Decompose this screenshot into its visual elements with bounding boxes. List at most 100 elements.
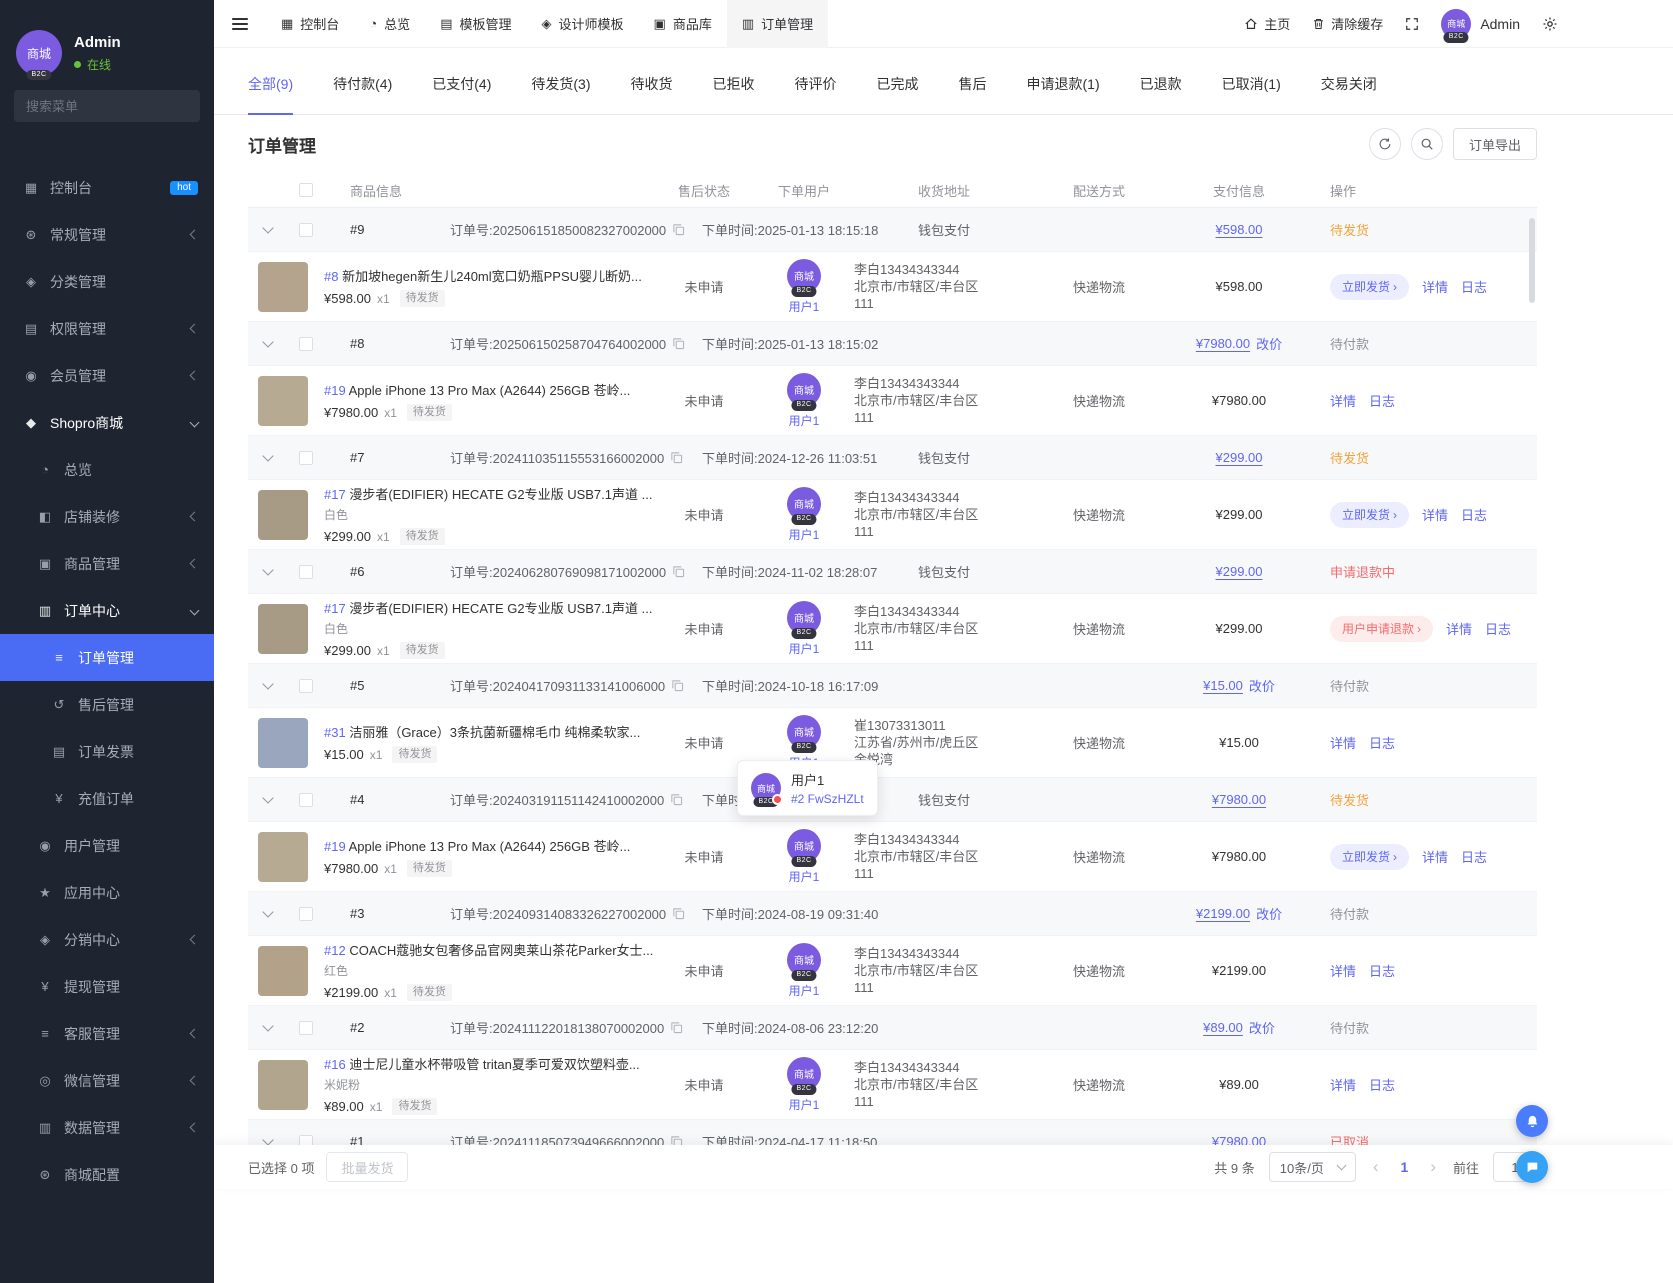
log-link[interactable]: 日志 bbox=[1461, 505, 1487, 524]
sidebar-item-wechat-manage[interactable]: ◎ 微信管理 bbox=[0, 1057, 214, 1104]
product-title-link[interactable]: #16 迪士尼儿童水杯带吸管 tritan夏季可爱双饮塑料壶... bbox=[324, 1054, 654, 1073]
detail-link[interactable]: 详情 bbox=[1422, 505, 1448, 524]
select-all-checkbox[interactable] bbox=[299, 183, 313, 197]
sidebar-item-console[interactable]: ▦ 控制台hot bbox=[0, 164, 214, 211]
row-checkbox[interactable] bbox=[299, 451, 313, 465]
change-price-link[interactable]: 改价 bbox=[1249, 1018, 1275, 1037]
order-amount-link[interactable]: ¥299.00 bbox=[1216, 564, 1263, 579]
buyer-name-link[interactable]: 用户1 bbox=[789, 640, 820, 657]
buyer-name-link[interactable]: 用户1 bbox=[789, 1096, 820, 1113]
sidebar-item-overview[interactable]: ◔ 总览 bbox=[0, 446, 214, 493]
export-orders-button[interactable]: 订单导出 bbox=[1453, 128, 1537, 160]
status-tab-pending-shipment[interactable]: 待发货(3) bbox=[531, 74, 590, 114]
sidebar-item-user-manage[interactable]: ◉ 用户管理 bbox=[0, 822, 214, 869]
product-title-link[interactable]: #17 漫步者(EDIFIER) HECATE G2专业版 USB7.1声道 .… bbox=[324, 598, 654, 617]
copy-icon[interactable] bbox=[672, 565, 685, 578]
chat-fab[interactable] bbox=[1516, 1151, 1548, 1183]
expand-row-icon[interactable] bbox=[262, 792, 273, 803]
log-link[interactable]: 日志 bbox=[1369, 961, 1395, 980]
order-amount-link[interactable]: ¥15.00 bbox=[1203, 678, 1243, 693]
row-checkbox[interactable] bbox=[299, 565, 313, 579]
change-price-link[interactable]: 改价 bbox=[1256, 904, 1282, 923]
status-tab-paid[interactable]: 已支付(4) bbox=[432, 74, 491, 114]
buyer-name-link[interactable]: 用户1 bbox=[789, 982, 820, 999]
buyer-name-link[interactable]: 用户1 bbox=[789, 412, 820, 429]
order-amount-link[interactable]: ¥7980.00 bbox=[1196, 336, 1250, 351]
copy-icon[interactable] bbox=[670, 451, 683, 464]
product-title-link[interactable]: #17 漫步者(EDIFIER) HECATE G2专业版 USB7.1声道 .… bbox=[324, 484, 654, 503]
expand-row-icon[interactable] bbox=[262, 336, 273, 347]
home-button[interactable]: 主页 bbox=[1244, 14, 1290, 33]
row-checkbox[interactable] bbox=[299, 907, 313, 921]
product-title-link[interactable]: #8 新加坡hegen新生儿240ml宽口奶瓶PPSU婴儿断奶... bbox=[324, 266, 654, 285]
log-link[interactable]: 日志 bbox=[1369, 391, 1395, 410]
next-page-button[interactable]: › bbox=[1427, 1157, 1439, 1177]
status-tab-pending-receipt[interactable]: 待收货 bbox=[631, 74, 673, 114]
sidebar-item-mall-config[interactable]: ⊛ 商城配置 bbox=[0, 1151, 214, 1198]
nav-tab-goods-library[interactable]: ▣ 商品库 bbox=[639, 0, 727, 48]
product-title-link[interactable]: #19 Apple iPhone 13 Pro Max (A2644) 256G… bbox=[324, 836, 654, 855]
sidebar-item-category-manage[interactable]: ◈ 分类管理 bbox=[0, 258, 214, 305]
buyer-name-link[interactable]: 用户1 bbox=[789, 298, 820, 315]
expand-row-icon[interactable] bbox=[262, 678, 273, 689]
detail-link[interactable]: 详情 bbox=[1422, 277, 1448, 296]
product-title-link[interactable]: #19 Apple iPhone 13 Pro Max (A2644) 256G… bbox=[324, 380, 654, 399]
log-link[interactable]: 日志 bbox=[1485, 619, 1511, 638]
expand-row-icon[interactable] bbox=[262, 222, 273, 233]
status-tab-aftersale[interactable]: 售后 bbox=[959, 74, 987, 114]
change-price-link[interactable]: 改价 bbox=[1249, 676, 1275, 695]
notification-fab[interactable] bbox=[1516, 1105, 1548, 1137]
detail-link[interactable]: 详情 bbox=[1330, 961, 1356, 980]
expand-row-icon[interactable] bbox=[262, 450, 273, 461]
page-size-select[interactable]: 10条/页 bbox=[1269, 1152, 1356, 1182]
status-tab-trade-closed[interactable]: 交易关闭 bbox=[1321, 74, 1377, 114]
sidebar-item-recharge-order[interactable]: ¥ 充值订单 bbox=[0, 775, 214, 822]
copy-icon[interactable] bbox=[672, 907, 685, 920]
product-title-link[interactable]: #31 洁丽雅（Grace）3条抗菌新疆棉毛巾 纯棉柔软家... bbox=[324, 722, 654, 741]
product-title-link[interactable]: #12 COACH蔻驰女包奢侈品官网奥莱山茶花Parker女士... bbox=[324, 940, 654, 959]
refresh-button[interactable] bbox=[1369, 128, 1401, 160]
sidebar-search-input[interactable] bbox=[26, 99, 202, 114]
expand-row-icon[interactable] bbox=[262, 1134, 273, 1145]
copy-icon[interactable] bbox=[670, 1021, 683, 1034]
sidebar-item-withdraw-manage[interactable]: ¥ 提现管理 bbox=[0, 963, 214, 1010]
current-page[interactable]: 1 bbox=[1396, 1159, 1414, 1175]
log-link[interactable]: 日志 bbox=[1461, 277, 1487, 296]
log-link[interactable]: 日志 bbox=[1461, 847, 1487, 866]
detail-link[interactable]: 详情 bbox=[1330, 1075, 1356, 1094]
navbar-user[interactable]: 商城 B2C Admin bbox=[1441, 9, 1520, 39]
settings-gear-icon[interactable] bbox=[1542, 16, 1558, 32]
row-checkbox[interactable] bbox=[299, 679, 313, 693]
row-checkbox[interactable] bbox=[299, 223, 313, 237]
user-refund-button[interactable]: 用户申请退款› bbox=[1330, 616, 1433, 642]
copy-icon[interactable] bbox=[672, 337, 685, 350]
clear-cache-button[interactable]: 清除缓存 bbox=[1312, 14, 1383, 33]
menu-toggle-icon[interactable] bbox=[214, 15, 266, 33]
status-tab-pending-review[interactable]: 待评价 bbox=[795, 74, 837, 114]
detail-link[interactable]: 详情 bbox=[1330, 391, 1356, 410]
detail-link[interactable]: 详情 bbox=[1330, 733, 1356, 752]
sidebar-item-shopro-mall[interactable]: ◆ Shopro商城 bbox=[0, 399, 214, 446]
buyer-name-link[interactable]: 用户1 bbox=[789, 868, 820, 885]
copy-icon[interactable] bbox=[672, 223, 685, 236]
order-amount-link[interactable]: ¥299.00 bbox=[1216, 450, 1263, 465]
status-tab-pending-payment[interactable]: 待付款(4) bbox=[333, 74, 392, 114]
sidebar-item-aftersale-manage[interactable]: ↺ 售后管理 bbox=[0, 681, 214, 728]
ship-now-button[interactable]: 立即发货› bbox=[1330, 274, 1409, 300]
sidebar-item-member-manage[interactable]: ◉ 会员管理 bbox=[0, 352, 214, 399]
sidebar-item-service-manage[interactable]: ≡ 客服管理 bbox=[0, 1010, 214, 1057]
nav-tab-overview[interactable]: ◔ 总览 bbox=[354, 0, 425, 48]
sidebar-item-store-decoration[interactable]: ◧ 店铺装修 bbox=[0, 493, 214, 540]
sidebar-item-order-invoice[interactable]: ▤ 订单发票 bbox=[0, 728, 214, 775]
search-button[interactable] bbox=[1411, 128, 1443, 160]
status-tab-all[interactable]: 全部(9) bbox=[248, 74, 293, 114]
row-checkbox[interactable] bbox=[299, 337, 313, 351]
row-checkbox[interactable] bbox=[299, 1021, 313, 1035]
expand-row-icon[interactable] bbox=[262, 906, 273, 917]
order-amount-link[interactable]: ¥89.00 bbox=[1203, 1020, 1243, 1035]
copy-icon[interactable] bbox=[671, 679, 684, 692]
prev-page-button[interactable]: ‹ bbox=[1370, 1157, 1382, 1177]
sidebar-item-permission-manage[interactable]: ▤ 权限管理 bbox=[0, 305, 214, 352]
order-amount-link[interactable]: ¥598.00 bbox=[1216, 222, 1263, 237]
change-price-link[interactable]: 改价 bbox=[1256, 334, 1282, 353]
